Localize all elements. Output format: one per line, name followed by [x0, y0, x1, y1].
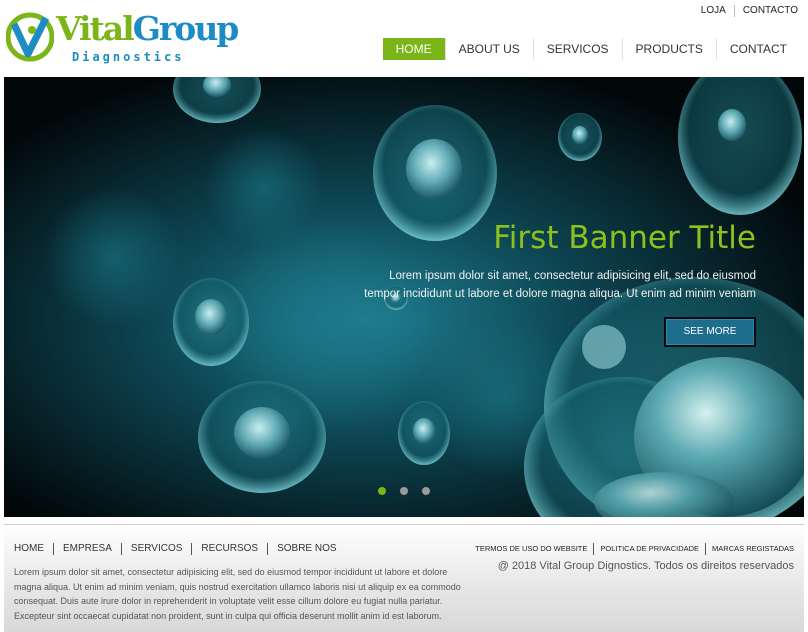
slider-dot-2[interactable]	[400, 487, 408, 495]
footer-link-servicos[interactable]: SERVICOS	[122, 542, 192, 556]
top-link-loja[interactable]: LOJA	[693, 4, 734, 18]
logo-tagline: Diagnostics	[72, 50, 185, 64]
see-more-button[interactable]: SEE MORE	[664, 317, 756, 347]
legal-link-privacidade[interactable]: POLITICA DE PRIVACIDADE	[594, 543, 705, 555]
main-nav: HOME ABOUT US SERVICOS PRODUCTS CONTACT	[382, 38, 800, 60]
nav-products[interactable]: PRODUCTS	[623, 38, 716, 60]
copyright: @ 2018 Vital Group Dignostics. Todos os …	[497, 560, 794, 572]
footer-link-recursos[interactable]: RECURSOS	[192, 542, 267, 556]
banner-title: First Banner Title	[493, 220, 756, 256]
nav-home[interactable]: HOME	[382, 38, 445, 60]
footer-link-empresa[interactable]: EMPRESA	[54, 542, 121, 556]
logo-wordmark: VitalGroup	[56, 9, 240, 48]
footer-description: Lorem ipsum dolor sit amet, consectetur …	[14, 567, 461, 621]
site-footer: HOME EMPRESA SERVICOS RECURSOS SOBRE NOS…	[4, 524, 804, 632]
top-links: LOJA CONTACTO	[693, 4, 798, 18]
nav-about-us[interactable]: ABOUT US	[446, 38, 533, 60]
legal-link-marcas[interactable]: MARCAS REGISTADAS	[706, 543, 794, 555]
site-header: VitalGroup Diagnostics LOJA CONTACTO HOM…	[0, 0, 808, 77]
slider-dots	[4, 487, 804, 495]
hero-banner: First Banner Title Lorem ipsum dolor sit…	[4, 77, 804, 517]
footer-link-sobre-nos[interactable]: SOBRE NOS	[268, 542, 345, 556]
footer-nav: HOME EMPRESA SERVICOS RECURSOS SOBRE NOS	[14, 542, 346, 556]
nav-servicos[interactable]: SERVICOS	[534, 38, 622, 60]
logo-word-vital: Vital	[56, 9, 135, 48]
footer-link-home[interactable]: HOME	[14, 542, 53, 556]
footer-legal-links: TERMOS DE USO DO WEBSITE POLITICA DE PRI…	[469, 543, 794, 555]
slider-dot-3[interactable]	[422, 487, 430, 495]
logo-mark-icon	[6, 12, 54, 62]
logo-word-group: Group	[132, 9, 240, 48]
nav-contact[interactable]: CONTACT	[717, 38, 800, 60]
site-logo[interactable]: VitalGroup Diagnostics	[6, 8, 239, 66]
banner-description: Lorem ipsum dolor sit amet, consectetur …	[364, 270, 756, 300]
legal-link-termos[interactable]: TERMOS DE USO DO WEBSITE	[469, 543, 593, 555]
top-link-contacto[interactable]: CONTACTO	[735, 4, 798, 18]
slider-dot-1[interactable]	[378, 487, 386, 495]
